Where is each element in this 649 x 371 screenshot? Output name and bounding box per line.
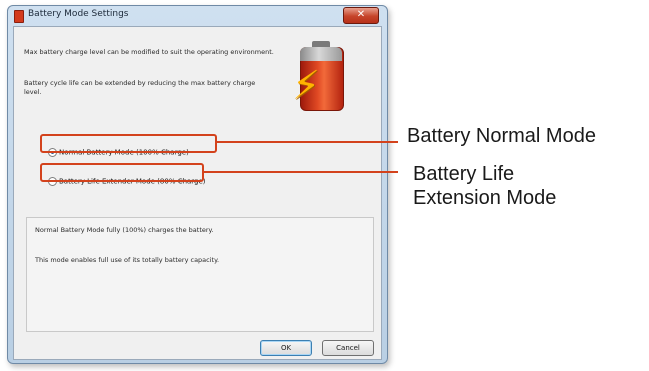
lightning-icon: ⚡ xyxy=(292,63,321,109)
normal-mode-highlight xyxy=(40,134,217,153)
callout-life-line-1: Battery Life xyxy=(413,163,515,185)
info-line-1: Normal Battery Mode fully (100%) charges… xyxy=(35,226,214,234)
close-button[interactable]: ✕ xyxy=(343,7,379,24)
normal-mode-leader-line xyxy=(215,141,398,143)
dialog-content: Max battery charge level can be modified… xyxy=(13,26,382,360)
description-line-1: Max battery charge level can be modified… xyxy=(24,48,274,56)
mode-info-box: Normal Battery Mode fully (100%) charges… xyxy=(26,217,374,332)
callout-life-line-2: Extension Mode xyxy=(413,187,557,209)
life-extender-highlight xyxy=(40,163,204,182)
life-extender-leader-line xyxy=(202,171,398,173)
title-bar[interactable]: Battery Mode Settings ✕ xyxy=(8,6,387,26)
battery-app-icon xyxy=(14,10,24,23)
battery-lightning-icon: ⚡ xyxy=(292,41,344,111)
battery-top xyxy=(300,47,342,61)
window-title: Battery Mode Settings xyxy=(28,9,129,19)
ok-button[interactable]: OK xyxy=(260,340,312,356)
battery-mode-settings-dialog: Battery Mode Settings ✕ Max battery char… xyxy=(7,5,388,364)
cancel-button[interactable]: Cancel xyxy=(322,340,374,356)
callout-normal-mode: Battery Normal Mode xyxy=(407,125,596,147)
description-line-2: Battery cycle life can be extended by re… xyxy=(24,79,256,96)
info-line-2: This mode enables full use of its totall… xyxy=(35,256,220,264)
callout-life-extension-mode: Battery Life Extension Mode xyxy=(413,162,556,210)
